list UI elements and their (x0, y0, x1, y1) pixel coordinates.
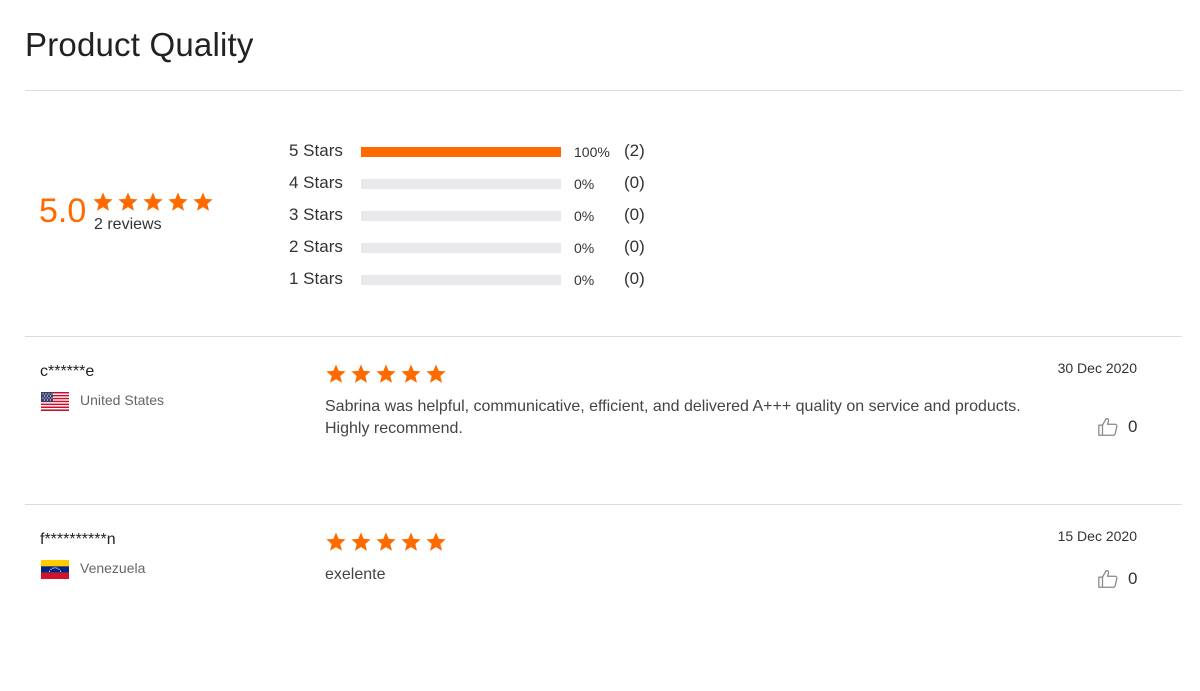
rating-bar (361, 147, 561, 157)
rating-row-label: 4 Stars (289, 173, 343, 192)
flag-venezuela-icon (41, 560, 69, 579)
average-rating: 5.0 (39, 192, 87, 230)
thumbs-up-icon (1098, 570, 1118, 588)
reviewer-name: c******e (40, 363, 95, 380)
star-icon (351, 532, 371, 551)
helpful-button[interactable]: 0 (1097, 416, 1137, 438)
star-icon (401, 364, 421, 383)
rating-row-count: (0) (624, 269, 645, 288)
rating-row-label: 2 Stars (289, 237, 343, 256)
star-icon (326, 532, 346, 551)
divider (25, 336, 1182, 337)
rating-row-percent: 0% (574, 272, 595, 288)
rating-bar (361, 275, 561, 285)
rating-bar-fill (361, 147, 561, 157)
flag-us-icon (41, 392, 69, 411)
star-icon (351, 364, 371, 383)
star-icon (401, 532, 421, 551)
review-item: c******e United States Sabrina was helpf… (0, 360, 1200, 523)
review-count: 2 reviews (94, 216, 162, 233)
star-icon (326, 364, 346, 383)
helpful-button[interactable]: 0 (1097, 568, 1137, 590)
star-icon (143, 192, 163, 211)
rating-row-percent: 0% (574, 208, 595, 224)
rating-row-count: (2) (624, 141, 645, 160)
rating-row-count: (0) (624, 173, 645, 192)
helpful-count: 0 (1128, 417, 1138, 436)
star-icon (376, 532, 396, 551)
rating-row-percent: 0% (574, 176, 595, 192)
rating-bar (361, 243, 561, 253)
star-icon (193, 192, 213, 211)
thumbs-up-icon (1098, 418, 1118, 436)
rating-bar (361, 211, 561, 221)
rating-row-label: 3 Stars (289, 205, 343, 224)
review-text: exelente (325, 566, 386, 583)
star-icon (426, 532, 446, 551)
review-date: 15 Dec 2020 (1057, 528, 1137, 544)
star-icon (118, 192, 138, 211)
review-date: 30 Dec 2020 (1057, 360, 1137, 376)
rating-row-label: 5 Stars (289, 141, 343, 160)
star-icon (93, 192, 113, 211)
review-rating-stars (325, 531, 447, 553)
rating-row-count: (0) (624, 205, 645, 224)
reviewer-country: United States (80, 392, 165, 408)
rating-bar (361, 179, 561, 189)
average-rating-stars (92, 191, 214, 213)
rating-row-percent: 0% (574, 240, 595, 256)
divider (25, 90, 1182, 91)
star-icon (426, 364, 446, 383)
reviewer-country: Venezuela (80, 560, 146, 576)
star-icon (376, 364, 396, 383)
rating-row-label: 1 Stars (289, 269, 343, 288)
helpful-count: 0 (1128, 569, 1138, 588)
review-item: f**********n Venezuela exelente 15 Dec 2… (0, 528, 1200, 691)
review-text: Sabrina was helpful, communicative, effi… (325, 398, 1021, 437)
page-title: Product Quality (25, 26, 254, 63)
review-rating-stars (325, 363, 447, 385)
rating-row-percent: 100% (574, 144, 610, 160)
reviewer-name: f**********n (40, 531, 116, 548)
star-icon (168, 192, 188, 211)
rating-row-count: (0) (624, 237, 645, 256)
divider (25, 504, 1182, 505)
